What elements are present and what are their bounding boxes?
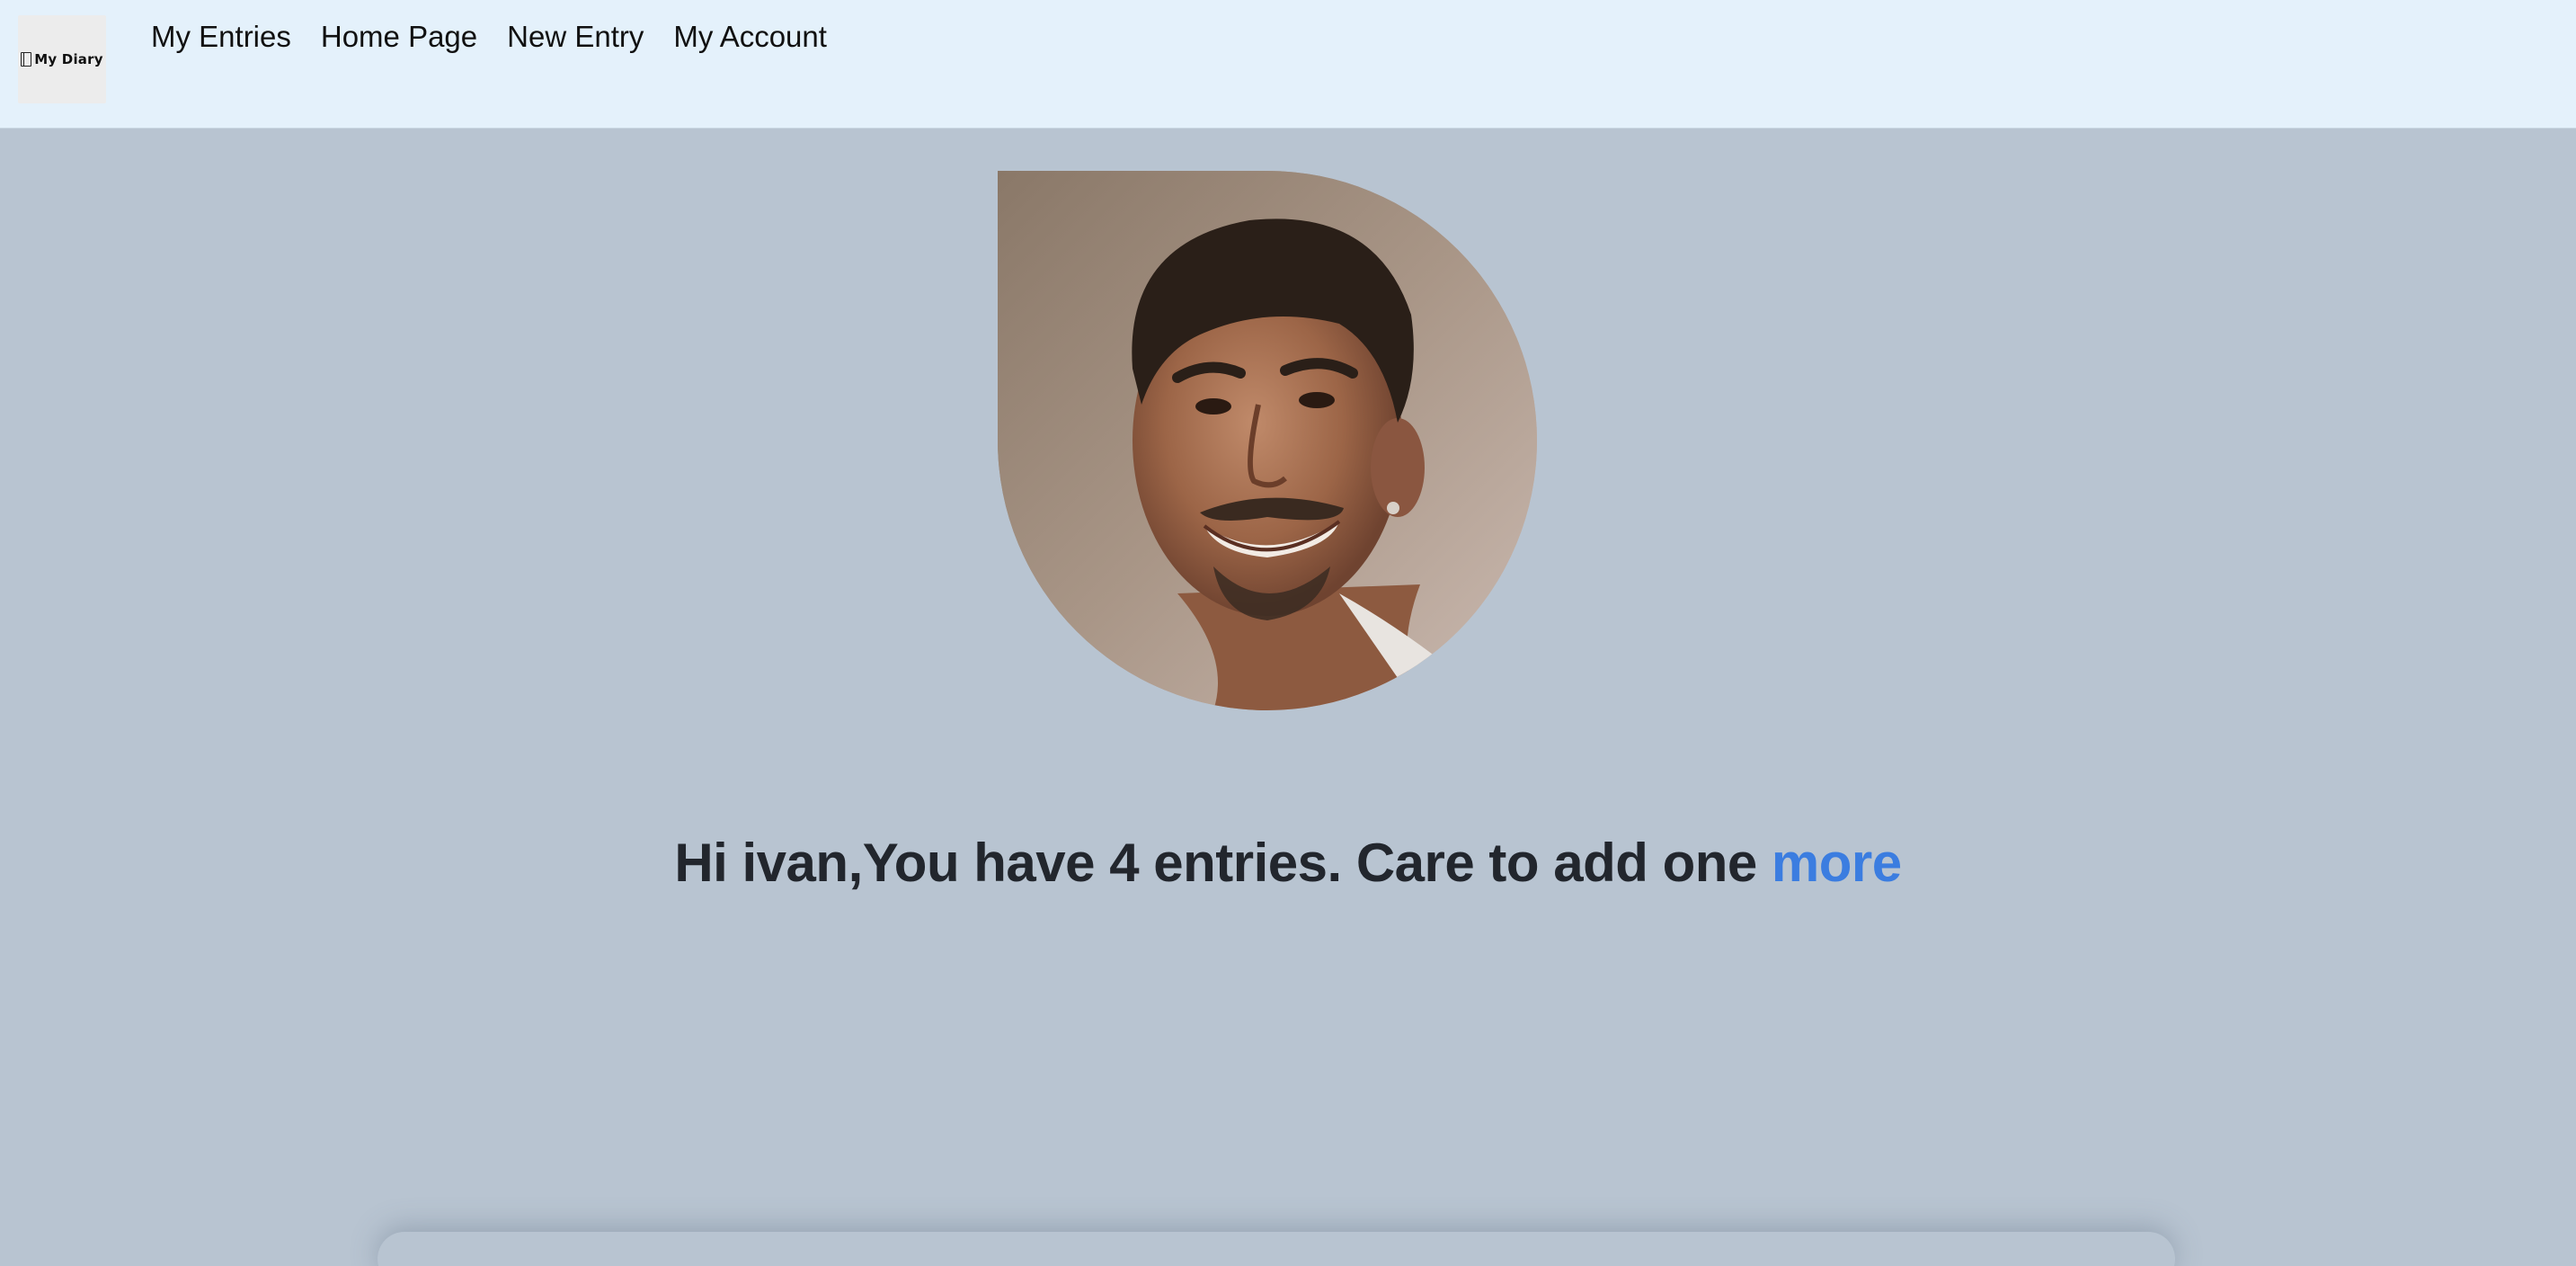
brand-logo-text: My Diary (34, 51, 103, 67)
greeting-text: Hi ivan,You have 4 entries. Care to add … (674, 833, 1772, 894)
avatar-photo (998, 171, 1537, 710)
top-navbar: My Diary My Entries Home Page New Entry … (0, 0, 2576, 129)
notebook-icon (21, 52, 32, 67)
nav-link-new-entry[interactable]: New Entry (507, 20, 644, 54)
greeting-headline: Hi ivan,You have 4 entries. Care to add … (0, 832, 2576, 894)
add-more-link[interactable]: more (1772, 833, 1902, 893)
main-nav: My Entries Home Page New Entry My Accoun… (151, 20, 827, 54)
user-avatar (998, 171, 1537, 710)
bottom-card-edge (378, 1232, 2175, 1266)
nav-link-my-entries[interactable]: My Entries (151, 20, 291, 54)
nav-link-my-account[interactable]: My Account (673, 20, 827, 54)
brand-logo[interactable]: My Diary (18, 15, 106, 103)
nav-link-home-page[interactable]: Home Page (321, 20, 477, 54)
